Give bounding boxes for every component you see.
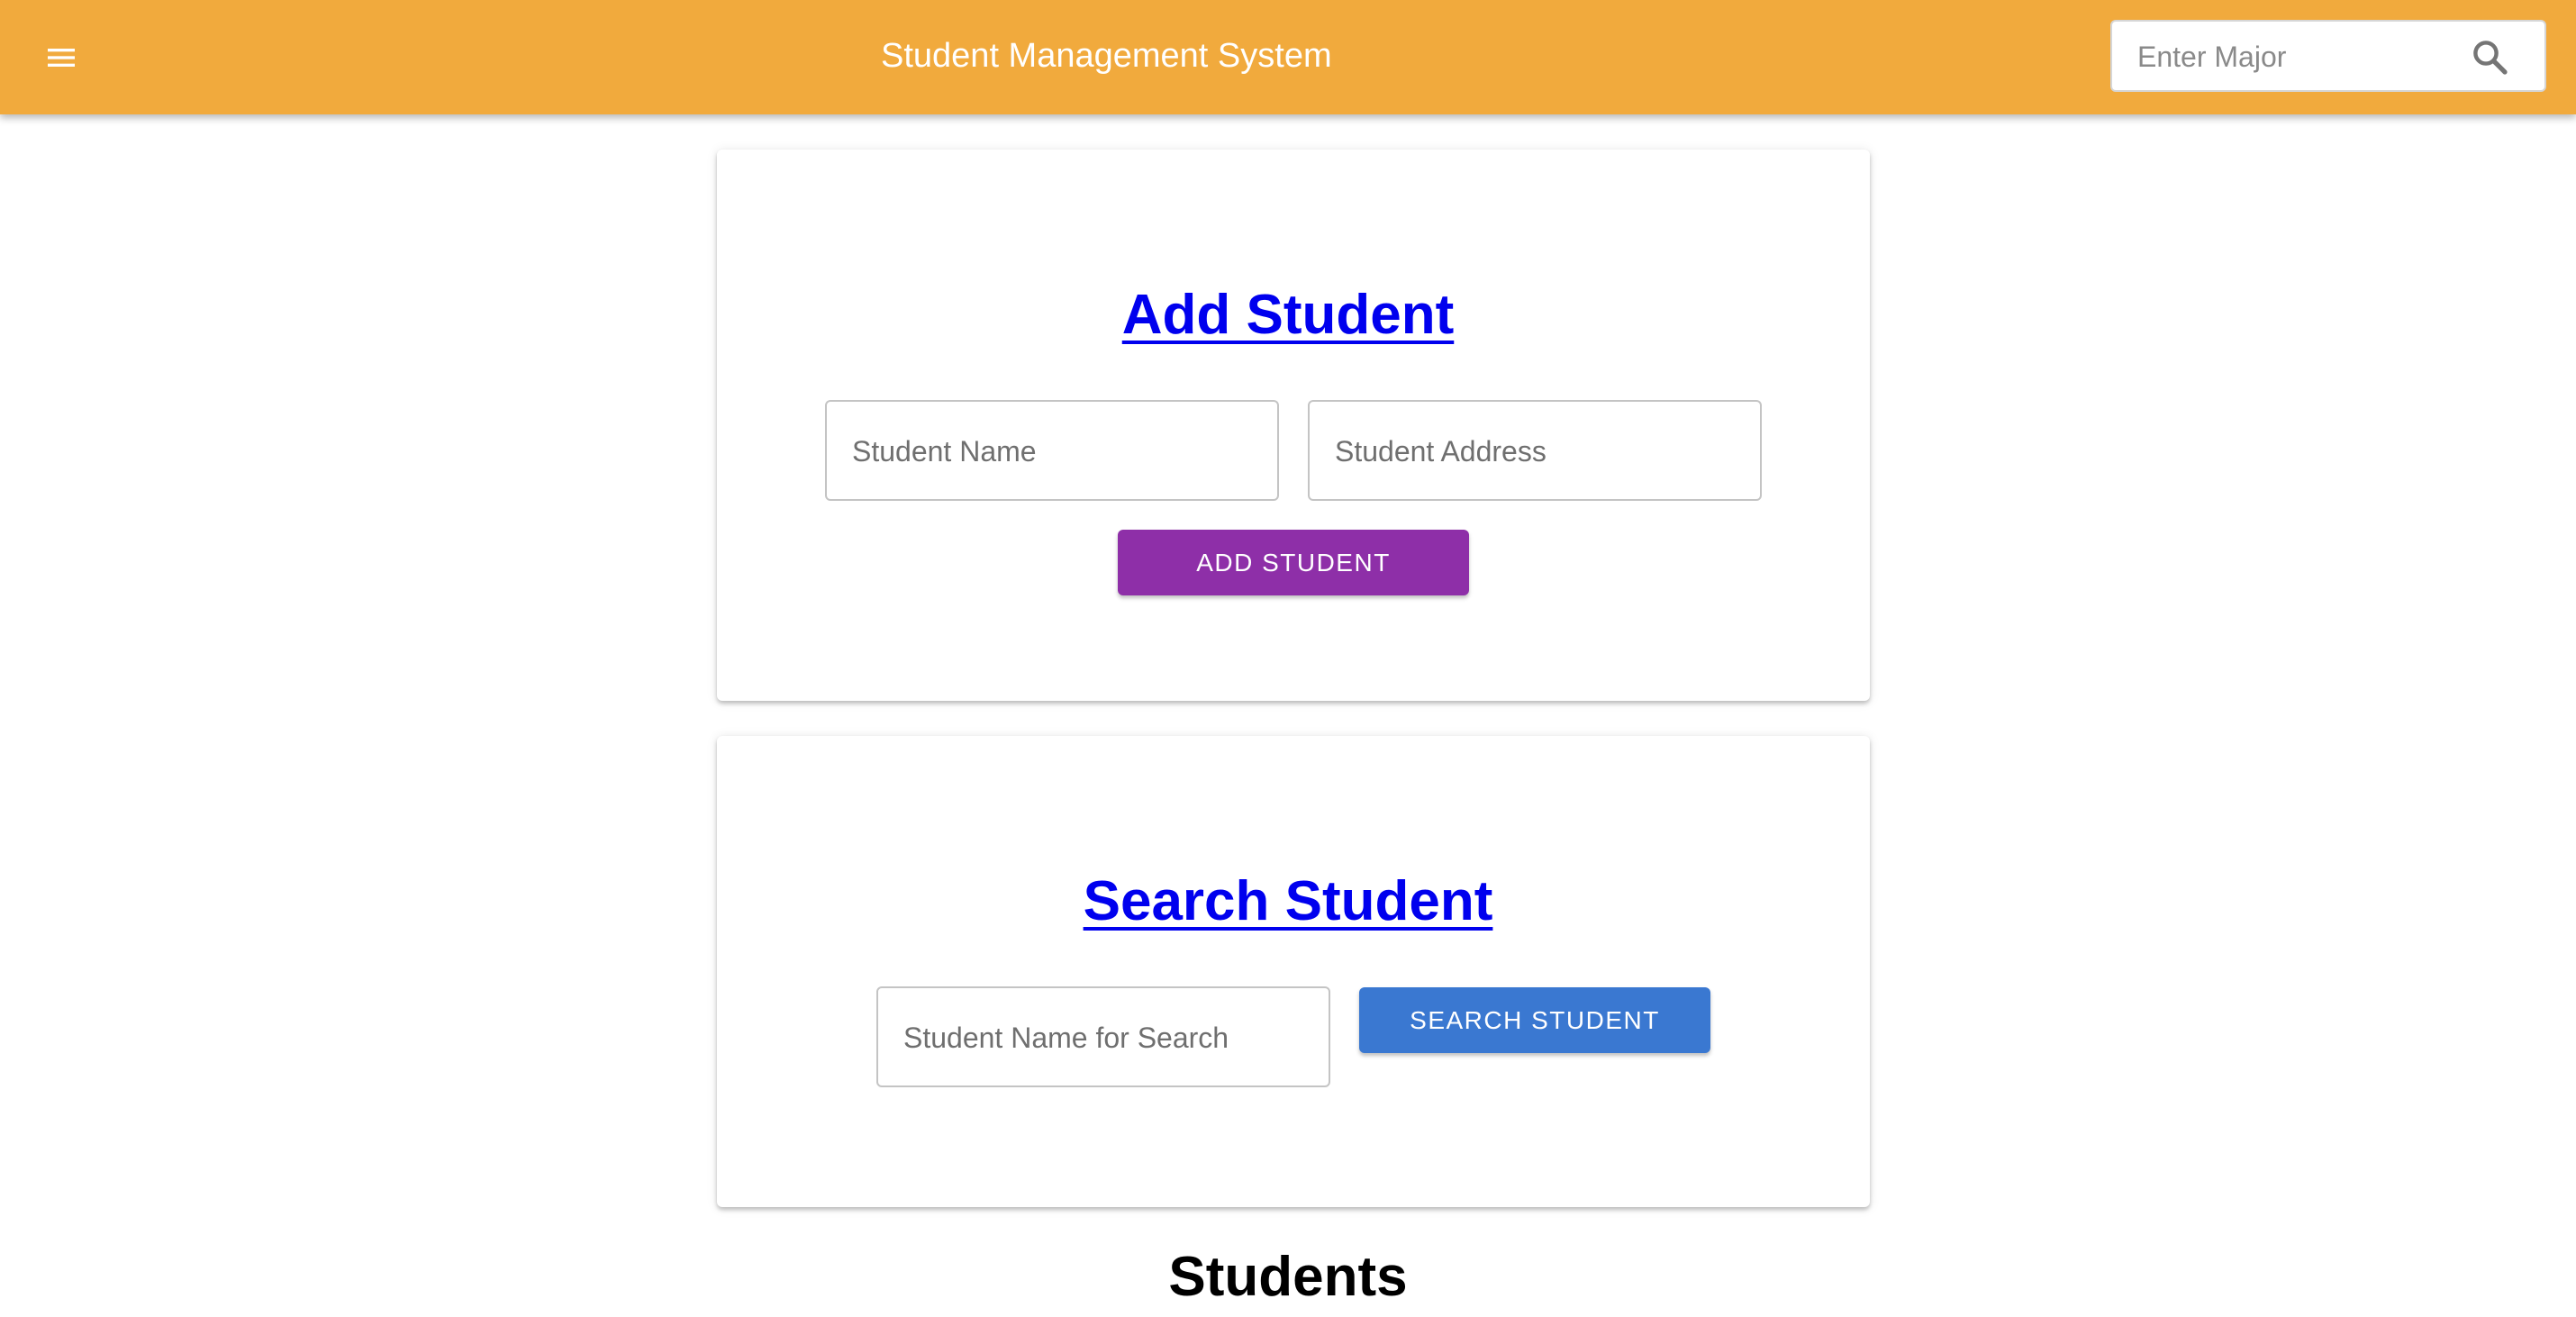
search-student-button[interactable]: SEARCH STUDENT bbox=[1359, 987, 1710, 1053]
add-student-button[interactable]: ADD STUDENT bbox=[1118, 530, 1469, 595]
major-search-box bbox=[2110, 20, 2546, 92]
add-student-heading[interactable]: Add Student bbox=[0, 281, 2576, 350]
hamburger-menu-icon[interactable] bbox=[40, 36, 83, 79]
search-name-input[interactable] bbox=[902, 1015, 1305, 1060]
students-section-title: Students bbox=[1168, 1246, 1408, 1308]
search-student-card bbox=[717, 736, 1870, 1207]
student-address-field bbox=[1308, 400, 1762, 501]
student-name-input[interactable] bbox=[850, 429, 1254, 474]
student-name-field bbox=[825, 400, 1279, 501]
app-title: Student Management System bbox=[881, 37, 1332, 75]
search-name-field bbox=[876, 986, 1330, 1087]
search-icon[interactable] bbox=[2469, 36, 2512, 79]
search-student-heading[interactable]: Search Student bbox=[0, 867, 2576, 936]
student-address-input[interactable] bbox=[1333, 429, 1737, 474]
major-search-input[interactable] bbox=[2136, 34, 2460, 79]
app-bar: Student Management System bbox=[0, 0, 2576, 114]
